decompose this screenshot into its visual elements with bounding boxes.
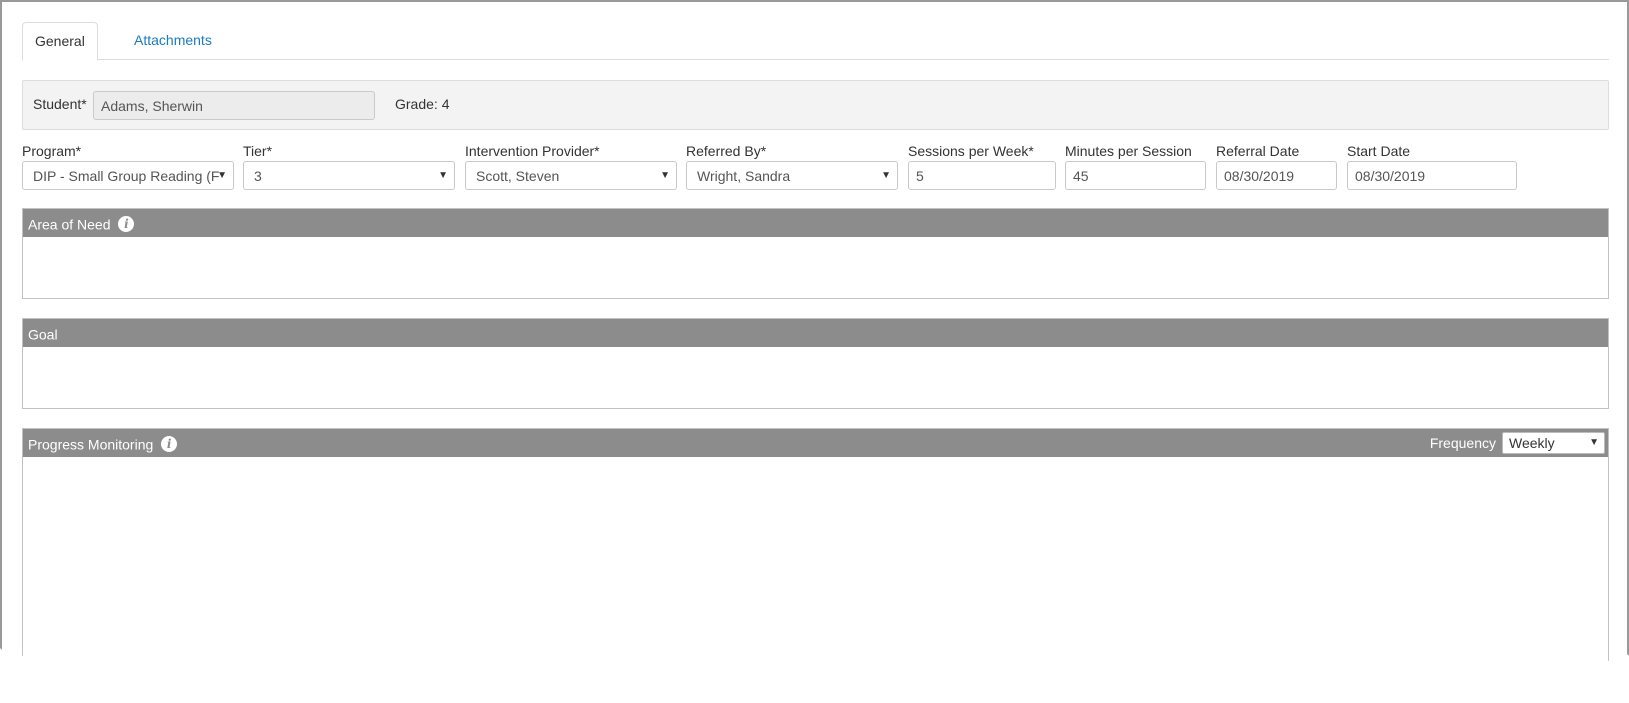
provider-value: Scott, Steven (476, 168, 560, 184)
tab-attachments[interactable]: Attachments (122, 22, 224, 61)
area-of-need-title: Area of Need (28, 216, 111, 233)
student-label: Student* (33, 96, 87, 112)
tier-field-group: Tier* 3 ▼ (243, 142, 455, 190)
referral-date-field-group: Referral Date 08/30/2019 (1216, 142, 1337, 190)
tier-label: Tier* (243, 143, 273, 159)
form-content: General Attachments Student* Adams, Sher… (22, 20, 1609, 688)
grade-text: Grade: 4 (395, 96, 450, 112)
tab-bar: General Attachments (22, 20, 1609, 61)
student-field[interactable]: Adams, Sherwin (93, 91, 375, 120)
area-of-need-panel: Area of Need i (22, 208, 1609, 299)
student-bar: Student* Adams, Sherwin Grade: 4 (22, 80, 1609, 130)
start-date-field-group: Start Date 08/30/2019 (1347, 142, 1517, 190)
goal-title: Goal (28, 326, 58, 343)
referred-by-field-group: Referred By* Wright, Sandra ▼ (686, 142, 898, 190)
referred-by-select[interactable]: Wright, Sandra ▼ (686, 161, 898, 190)
start-date-label: Start Date (1347, 143, 1411, 159)
tier-select[interactable]: 3 ▼ (243, 161, 455, 190)
referred-by-label: Referred By* (686, 143, 767, 159)
frequency-value: Weekly (1509, 435, 1555, 451)
chevron-down-icon: ▼ (1589, 437, 1599, 448)
goal-body[interactable] (23, 347, 1608, 408)
provider-select[interactable]: Scott, Steven ▼ (465, 161, 677, 190)
frequency-select[interactable]: Weekly ▼ (1502, 432, 1605, 454)
referral-date-label: Referral Date (1216, 143, 1300, 159)
chevron-down-icon: ▼ (217, 170, 227, 181)
chevron-down-icon: ▼ (438, 170, 448, 181)
goal-header: Goal (23, 319, 1608, 347)
referral-date-input[interactable]: 08/30/2019 (1216, 161, 1337, 190)
torn-edge-decoration (0, 648, 1629, 703)
program-label: Program* (22, 143, 82, 159)
minutes-input[interactable]: 45 (1065, 161, 1206, 190)
form-window: General Attachments Student* Adams, Sher… (0, 0, 1629, 703)
minutes-label: Minutes per Session (1065, 143, 1192, 159)
minutes-field-group: Minutes per Session 45 (1065, 142, 1206, 190)
program-field-group: Program* DIP - Small Group Reading (F ▼ (22, 142, 234, 190)
start-date-input[interactable]: 08/30/2019 (1347, 161, 1517, 190)
goal-panel: Goal (22, 318, 1609, 409)
info-icon[interactable]: i (118, 216, 135, 233)
sessions-label: Sessions per Week* (908, 143, 1034, 159)
chevron-down-icon: ▼ (881, 170, 891, 181)
area-of-need-header: Area of Need i (23, 209, 1608, 237)
provider-label: Intervention Provider* (465, 143, 600, 159)
chevron-down-icon: ▼ (660, 170, 670, 181)
provider-field-group: Intervention Provider* Scott, Steven ▼ (465, 142, 677, 190)
progress-monitoring-header: Progress Monitoring i Frequency Weekly ▼ (23, 429, 1608, 457)
sessions-input[interactable]: 5 (908, 161, 1056, 190)
program-value: DIP - Small Group Reading (F (33, 168, 220, 184)
tab-general[interactable]: General (22, 22, 98, 61)
area-of-need-body[interactable] (23, 237, 1608, 298)
referred-by-value: Wright, Sandra (697, 168, 791, 184)
torn-edge (0, 648, 1629, 703)
sessions-field-group: Sessions per Week* 5 (908, 142, 1056, 190)
tier-value: 3 (254, 168, 262, 184)
progress-monitoring-title: Progress Monitoring (28, 436, 154, 453)
info-icon[interactable]: i (161, 436, 178, 453)
frequency-label: Frequency (1429, 435, 1496, 451)
program-select[interactable]: DIP - Small Group Reading (F ▼ (22, 161, 234, 190)
frequency-control: Frequency Weekly ▼ (1430, 432, 1605, 454)
